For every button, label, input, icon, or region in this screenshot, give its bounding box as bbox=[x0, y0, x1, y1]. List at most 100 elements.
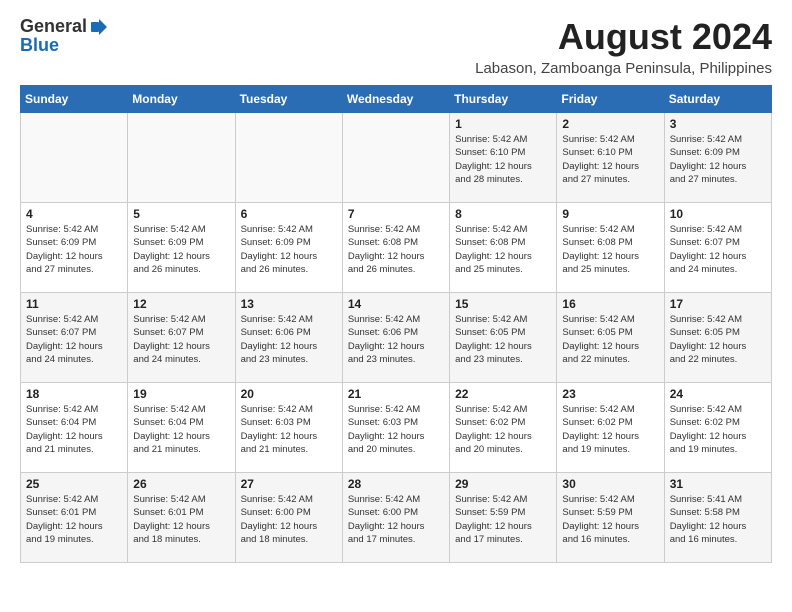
day-info: Sunrise: 5:42 AMSunset: 6:01 PMDaylight:… bbox=[133, 493, 229, 546]
column-header-wednesday: Wednesday bbox=[342, 86, 449, 113]
day-info: Sunrise: 5:42 AMSunset: 6:09 PMDaylight:… bbox=[26, 223, 122, 276]
day-number: 29 bbox=[455, 477, 551, 491]
day-cell-17: 17Sunrise: 5:42 AMSunset: 6:05 PMDayligh… bbox=[664, 293, 771, 383]
day-cell-8: 8Sunrise: 5:42 AMSunset: 6:08 PMDaylight… bbox=[450, 203, 557, 293]
day-info: Sunrise: 5:42 AMSunset: 6:05 PMDaylight:… bbox=[670, 313, 766, 366]
day-cell-5: 5Sunrise: 5:42 AMSunset: 6:09 PMDaylight… bbox=[128, 203, 235, 293]
day-cell-10: 10 Sunrise: 5:42 AMSunset: 6:07 PMDayligh… bbox=[664, 203, 771, 293]
day-cell-28: 28 Sunrise: 5:42 AMSunset: 6:00 PMDayligh… bbox=[342, 473, 449, 563]
week-row-5: 25 Sunrise: 5:42 AMSunset: 6:01 PMDayligh… bbox=[21, 473, 772, 563]
day-info: Sunrise: 5:42 AMSunset: 6:03 PMDaylight:… bbox=[241, 403, 337, 456]
day-info: Sunrise: 5:42 AMSunset: 6:04 PMDaylight:… bbox=[133, 403, 229, 456]
day-number: 22 bbox=[455, 387, 551, 401]
day-number: 2 bbox=[562, 117, 658, 131]
day-info: Sunrise: 5:42 AMSunset: 5:59 PMDaylight:… bbox=[455, 493, 551, 546]
title-block: August 2024 Labason, Zamboanga Peninsula… bbox=[475, 16, 772, 77]
logo: General Blue bbox=[20, 16, 109, 56]
column-header-monday: Monday bbox=[128, 86, 235, 113]
day-info: Sunrise: 5:42 AMSunset: 6:07 PMDaylight:… bbox=[670, 223, 766, 276]
day-info: Sunrise: 5:42 AMSunset: 6:07 PMDaylight:… bbox=[26, 313, 122, 366]
page-header: General Blue August 2024 Labason, Zamboa… bbox=[20, 16, 772, 77]
day-number: 19 bbox=[133, 387, 229, 401]
day-info: Sunrise: 5:42 AMSunset: 6:10 PMDaylight:… bbox=[455, 133, 551, 186]
day-number: 1 bbox=[455, 117, 551, 131]
day-cell-7: 7 Sunrise: 5:42 AMSunset: 6:08 PMDaylight… bbox=[342, 203, 449, 293]
day-number: 28 bbox=[348, 477, 444, 491]
column-header-tuesday: Tuesday bbox=[235, 86, 342, 113]
day-number: 9 bbox=[562, 207, 658, 221]
day-number: 12 bbox=[133, 297, 229, 311]
empty-cell bbox=[342, 113, 449, 203]
logo-blue-text: Blue bbox=[20, 35, 59, 56]
day-info: Sunrise: 5:42 AMSunset: 6:05 PMDaylight:… bbox=[562, 313, 658, 366]
day-number: 14 bbox=[348, 297, 444, 311]
day-number: 3 bbox=[670, 117, 766, 131]
day-cell-11: 11 Sunrise: 5:42 AMSunset: 6:07 PMDayligh… bbox=[21, 293, 128, 383]
day-info: Sunrise: 5:42 AMSunset: 6:09 PMDaylight:… bbox=[241, 223, 337, 276]
day-cell-25: 25Sunrise: 5:42 AMSunset: 6:01 PMDayligh… bbox=[21, 473, 128, 563]
day-cell-20: 20Sunrise: 5:42 AMSunset: 6:03 PMDayligh… bbox=[235, 383, 342, 473]
main-title: August 2024 bbox=[475, 16, 772, 58]
week-row-1: 1 Sunrise: 5:42 AMSunset: 6:10 PMDaylight… bbox=[21, 113, 772, 203]
day-number: 21 bbox=[348, 387, 444, 401]
day-cell-19: 19 Sunrise: 5:42 AMSunset: 6:04 PMDayligh… bbox=[128, 383, 235, 473]
day-cell-3: 3 Sunrise: 5:42 AMSunset: 6:09 PMDaylight… bbox=[664, 113, 771, 203]
day-number: 6 bbox=[241, 207, 337, 221]
day-info: Sunrise: 5:42 AMSunset: 6:04 PMDaylight:… bbox=[26, 403, 122, 456]
day-info: Sunrise: 5:42 AMSunset: 6:02 PMDaylight:… bbox=[562, 403, 658, 456]
day-info: Sunrise: 5:42 AMSunset: 6:07 PMDaylight:… bbox=[133, 313, 229, 366]
calendar-table: SundayMondayTuesdayWednesdayThursdayFrid… bbox=[20, 85, 772, 563]
empty-cell bbox=[128, 113, 235, 203]
day-number: 11 bbox=[26, 297, 122, 311]
day-cell-4: 4Sunrise: 5:42 AMSunset: 6:09 PMDaylight… bbox=[21, 203, 128, 293]
week-row-3: 11 Sunrise: 5:42 AMSunset: 6:07 PMDayligh… bbox=[21, 293, 772, 383]
day-info: Sunrise: 5:42 AMSunset: 6:02 PMDaylight:… bbox=[455, 403, 551, 456]
day-cell-18: 18 Sunrise: 5:42 AMSunset: 6:04 PMDayligh… bbox=[21, 383, 128, 473]
day-number: 18 bbox=[26, 387, 122, 401]
day-number: 31 bbox=[670, 477, 766, 491]
week-row-2: 4Sunrise: 5:42 AMSunset: 6:09 PMDaylight… bbox=[21, 203, 772, 293]
day-number: 26 bbox=[133, 477, 229, 491]
day-cell-30: 30Sunrise: 5:42 AMSunset: 5:59 PMDayligh… bbox=[557, 473, 664, 563]
day-number: 13 bbox=[241, 297, 337, 311]
day-number: 25 bbox=[26, 477, 122, 491]
day-cell-22: 22 Sunrise: 5:42 AMSunset: 6:02 PMDayligh… bbox=[450, 383, 557, 473]
day-info: Sunrise: 5:42 AMSunset: 6:09 PMDaylight:… bbox=[670, 133, 766, 186]
day-cell-16: 16 Sunrise: 5:42 AMSunset: 6:05 PMDayligh… bbox=[557, 293, 664, 383]
column-header-friday: Friday bbox=[557, 86, 664, 113]
day-cell-23: 23 Sunrise: 5:42 AMSunset: 6:02 PMDayligh… bbox=[557, 383, 664, 473]
day-cell-6: 6 Sunrise: 5:42 AMSunset: 6:09 PMDaylight… bbox=[235, 203, 342, 293]
day-info: Sunrise: 5:42 AMSunset: 6:08 PMDaylight:… bbox=[348, 223, 444, 276]
column-header-saturday: Saturday bbox=[664, 86, 771, 113]
day-number: 8 bbox=[455, 207, 551, 221]
day-number: 27 bbox=[241, 477, 337, 491]
day-info: Sunrise: 5:42 AMSunset: 6:00 PMDaylight:… bbox=[241, 493, 337, 546]
day-cell-26: 26 Sunrise: 5:42 AMSunset: 6:01 PMDayligh… bbox=[128, 473, 235, 563]
logo-icon bbox=[89, 17, 109, 37]
day-number: 16 bbox=[562, 297, 658, 311]
day-number: 10 bbox=[670, 207, 766, 221]
day-cell-27: 27 Sunrise: 5:42 AMSunset: 6:00 PMDayligh… bbox=[235, 473, 342, 563]
day-number: 7 bbox=[348, 207, 444, 221]
day-info: Sunrise: 5:42 AMSunset: 6:00 PMDaylight:… bbox=[348, 493, 444, 546]
day-info: Sunrise: 5:42 AMSunset: 6:06 PMDaylight:… bbox=[241, 313, 337, 366]
day-cell-21: 21 Sunrise: 5:42 AMSunset: 6:03 PMDayligh… bbox=[342, 383, 449, 473]
day-info: Sunrise: 5:42 AMSunset: 6:03 PMDaylight:… bbox=[348, 403, 444, 456]
day-number: 24 bbox=[670, 387, 766, 401]
day-cell-24: 24Sunrise: 5:42 AMSunset: 6:02 PMDayligh… bbox=[664, 383, 771, 473]
day-number: 30 bbox=[562, 477, 658, 491]
column-header-thursday: Thursday bbox=[450, 86, 557, 113]
day-number: 15 bbox=[455, 297, 551, 311]
day-info: Sunrise: 5:42 AMSunset: 6:06 PMDaylight:… bbox=[348, 313, 444, 366]
day-number: 23 bbox=[562, 387, 658, 401]
day-cell-9: 9 Sunrise: 5:42 AMSunset: 6:08 PMDaylight… bbox=[557, 203, 664, 293]
empty-cell bbox=[235, 113, 342, 203]
day-cell-29: 29 Sunrise: 5:42 AMSunset: 5:59 PMDayligh… bbox=[450, 473, 557, 563]
day-cell-1: 1 Sunrise: 5:42 AMSunset: 6:10 PMDaylight… bbox=[450, 113, 557, 203]
day-info: Sunrise: 5:42 AMSunset: 6:08 PMDaylight:… bbox=[562, 223, 658, 276]
subtitle: Labason, Zamboanga Peninsula, Philippine… bbox=[475, 60, 772, 77]
day-info: Sunrise: 5:42 AMSunset: 6:10 PMDaylight:… bbox=[562, 133, 658, 186]
day-cell-13: 13 Sunrise: 5:42 AMSunset: 6:06 PMDayligh… bbox=[235, 293, 342, 383]
day-cell-14: 14 Sunrise: 5:42 AMSunset: 6:06 PMDayligh… bbox=[342, 293, 449, 383]
day-cell-2: 2 Sunrise: 5:42 AMSunset: 6:10 PMDaylight… bbox=[557, 113, 664, 203]
